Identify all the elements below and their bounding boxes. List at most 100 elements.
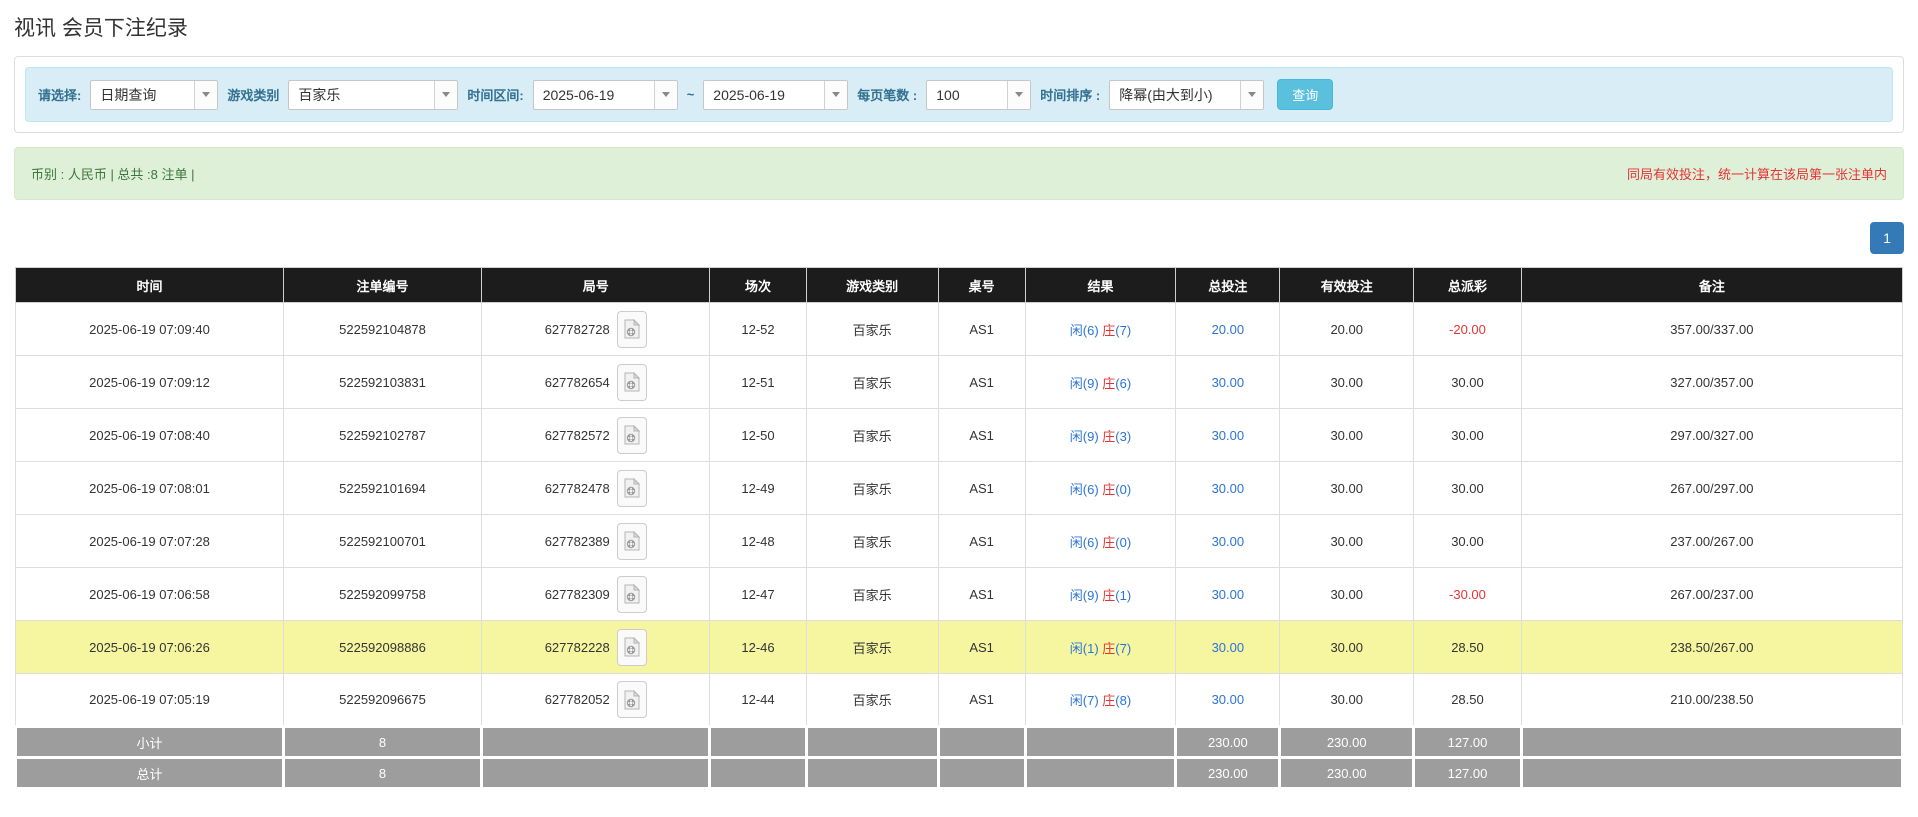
result-banker-num: (7) bbox=[1115, 641, 1131, 656]
result-cell: 闲(6) 庄(7) bbox=[1025, 303, 1176, 356]
payout-cell: 30.00 bbox=[1414, 462, 1522, 515]
bet-video-icon[interactable] bbox=[617, 576, 647, 613]
page-1-button[interactable]: 1 bbox=[1870, 222, 1904, 254]
date-to-value[interactable]: 2025-06-19 bbox=[704, 81, 824, 109]
payout-cell: -20.00 bbox=[1414, 303, 1522, 356]
chevron-down-icon[interactable] bbox=[1240, 81, 1263, 109]
total-bet-link[interactable]: 20.00 bbox=[1212, 322, 1245, 337]
remark-cell: 297.00/327.00 bbox=[1521, 409, 1902, 462]
game-type-cell: 百家乐 bbox=[806, 621, 938, 674]
round-no-cell: 627782228 bbox=[482, 621, 710, 674]
sort-order-select[interactable]: 降幂(由大到小) bbox=[1109, 80, 1264, 110]
time-cell: 2025-06-19 07:09:12 bbox=[16, 356, 284, 409]
result-banker-num: (0) bbox=[1115, 535, 1131, 550]
total-bet-link[interactable]: 30.00 bbox=[1212, 375, 1245, 390]
bet-no-cell: 522592099758 bbox=[283, 568, 481, 621]
time-range-label: 时间区间: bbox=[467, 85, 523, 104]
summary-label-cell: 小计 bbox=[16, 727, 284, 758]
bet-video-icon[interactable] bbox=[617, 417, 647, 454]
bet-no-cell: 522592096675 bbox=[283, 674, 481, 727]
result-cell: 闲(9) 庄(1) bbox=[1025, 568, 1176, 621]
game-type-select[interactable]: 百家乐 bbox=[288, 80, 458, 110]
date-from-value[interactable]: 2025-06-19 bbox=[534, 81, 654, 109]
result-banker-num: (6) bbox=[1115, 376, 1131, 391]
total-bet-cell: 30.00 bbox=[1176, 409, 1280, 462]
total-bet-link[interactable]: 30.00 bbox=[1212, 534, 1245, 549]
chevron-down-icon[interactable] bbox=[654, 81, 677, 109]
date-to-select[interactable]: 2025-06-19 bbox=[703, 80, 848, 110]
remark-cell: 357.00/337.00 bbox=[1521, 303, 1902, 356]
valid-bet-notice: 同局有效投注，统一计算在该局第一张注单内 bbox=[1627, 164, 1887, 183]
chevron-down-icon bbox=[832, 92, 840, 97]
query-type-select[interactable]: 日期查询 bbox=[90, 80, 218, 110]
total-bet-link[interactable]: 30.00 bbox=[1212, 481, 1245, 496]
game-type-cell: 百家乐 bbox=[806, 409, 938, 462]
result-cell: 闲(1) 庄(7) bbox=[1025, 621, 1176, 674]
payout-cell: 30.00 bbox=[1414, 356, 1522, 409]
page-size-label: 每页笔数 : bbox=[857, 85, 917, 104]
sort-order-label: 时间排序 : bbox=[1040, 85, 1100, 104]
game-type-cell: 百家乐 bbox=[806, 674, 938, 727]
time-cell: 2025-06-19 07:05:19 bbox=[16, 674, 284, 727]
total-bet-link[interactable]: 30.00 bbox=[1212, 640, 1245, 655]
bet-video-icon[interactable] bbox=[617, 364, 647, 401]
table-row: 2025-06-19 07:05:19 522592096675 6277820… bbox=[16, 674, 1903, 727]
session-cell: 12-51 bbox=[710, 356, 806, 409]
summary-label-cell: 总计 bbox=[16, 758, 284, 789]
round-no-value: 627782228 bbox=[545, 640, 610, 655]
bet-video-icon[interactable] bbox=[617, 681, 647, 718]
bet-video-icon[interactable] bbox=[617, 311, 647, 348]
payout-cell: 28.50 bbox=[1414, 674, 1522, 727]
round-no-cell: 627782478 bbox=[482, 462, 710, 515]
bet-records-table: 时间 注单编号 局号 场次 游戏类别 桌号 结果 总投注 有效投注 总派彩 备注… bbox=[14, 267, 1904, 790]
table-no-cell: AS1 bbox=[938, 621, 1025, 674]
search-button[interactable]: 查询 bbox=[1277, 79, 1333, 110]
time-cell: 2025-06-19 07:09:40 bbox=[16, 303, 284, 356]
bet-video-icon[interactable] bbox=[617, 470, 647, 507]
result-banker: 庄 bbox=[1102, 323, 1115, 338]
chevron-down-icon[interactable] bbox=[824, 81, 847, 109]
result-banker: 庄 bbox=[1102, 376, 1115, 391]
game-type-value[interactable]: 百家乐 bbox=[289, 81, 434, 109]
payout-value: 30.00 bbox=[1451, 534, 1484, 549]
result-player: 闲(6) bbox=[1070, 535, 1099, 550]
bet-video-icon[interactable] bbox=[617, 523, 647, 560]
round-no-cell: 627782654 bbox=[482, 356, 710, 409]
round-no-cell: 627782052 bbox=[482, 674, 710, 727]
filter-bar: 请选择: 日期查询 游戏类别 百家乐 时间区间: 2025-06-19 ~ 20… bbox=[25, 67, 1893, 122]
page-size-select[interactable]: 100 bbox=[926, 80, 1031, 110]
query-type-value[interactable]: 日期查询 bbox=[91, 81, 194, 109]
round-no-cell: 627782728 bbox=[482, 303, 710, 356]
chevron-down-icon bbox=[442, 92, 450, 97]
round-no-cell: 627782309 bbox=[482, 568, 710, 621]
chevron-down-icon[interactable] bbox=[434, 81, 457, 109]
bet-no-cell: 522592104878 bbox=[283, 303, 481, 356]
payout-value: 30.00 bbox=[1451, 481, 1484, 496]
sort-order-value[interactable]: 降幂(由大到小) bbox=[1110, 81, 1240, 109]
bet-no-cell: 522592098886 bbox=[283, 621, 481, 674]
bet-video-icon[interactable] bbox=[617, 629, 647, 666]
header-payout: 总派彩 bbox=[1414, 268, 1522, 303]
result-banker-num: (7) bbox=[1115, 323, 1131, 338]
chevron-down-icon[interactable] bbox=[194, 81, 217, 109]
pagination: 1 bbox=[14, 222, 1904, 254]
table-row: 2025-06-19 07:08:01 522592101694 6277824… bbox=[16, 462, 1903, 515]
total-bet-link[interactable]: 30.00 bbox=[1212, 428, 1245, 443]
table-no-cell: AS1 bbox=[938, 303, 1025, 356]
payout-cell: 30.00 bbox=[1414, 515, 1522, 568]
result-player: 闲(7) bbox=[1070, 693, 1099, 708]
result-cell: 闲(6) 庄(0) bbox=[1025, 462, 1176, 515]
chevron-down-icon[interactable] bbox=[1007, 81, 1030, 109]
currency-total-text: 币别 : 人民币 | 总共 :8 注单 | bbox=[31, 164, 195, 183]
total-bet-cell: 20.00 bbox=[1176, 303, 1280, 356]
result-player: 闲(9) bbox=[1070, 376, 1099, 391]
total-bet-link[interactable]: 30.00 bbox=[1212, 587, 1245, 602]
payout-cell: 28.50 bbox=[1414, 621, 1522, 674]
payout-value: 30.00 bbox=[1451, 428, 1484, 443]
result-player: 闲(9) bbox=[1070, 588, 1099, 603]
summary-payout-cell: 127.00 bbox=[1414, 758, 1522, 789]
result-banker: 庄 bbox=[1102, 482, 1115, 497]
date-from-select[interactable]: 2025-06-19 bbox=[533, 80, 678, 110]
total-bet-link[interactable]: 30.00 bbox=[1212, 692, 1245, 707]
page-size-value[interactable]: 100 bbox=[927, 81, 1007, 109]
